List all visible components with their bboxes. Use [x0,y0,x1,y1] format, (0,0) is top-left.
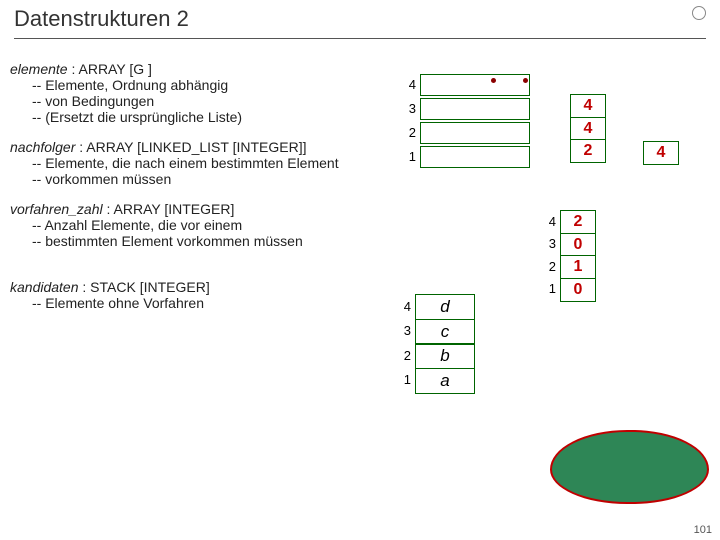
nachfolger-c2: -- vorkommen müssen [32,171,480,187]
slide-logo-icon [692,6,706,20]
slide-title: Datenstrukturen 2 [14,6,706,32]
elemente-decl: elemente : ARRAY [G ] [10,61,380,77]
dot-icon [523,78,528,83]
vorfahren-c2: -- bestimmten Element vorkommen müssen [32,233,380,249]
arr-idx: 4 [395,299,411,314]
arr-idx: 2 [400,125,416,140]
arr-idx: 3 [400,101,416,116]
letter-cell: d [415,294,475,320]
vorfahren-name: vorfahren_zahl [10,201,103,217]
arr-idx: 1 [400,149,416,164]
arr-idx: 4 [540,214,556,229]
elemente-c3: -- (Ersetzt die ursprüngliche Liste) [32,109,380,125]
elemente-diagram: 4 3 2 1 4 4 2 4 [400,72,530,168]
vorfahren-block: vorfahren_zahl : ARRAY [INTEGER] -- Anza… [10,201,380,249]
kandidaten-block: kandidaten : STACK [INTEGER] -- Elemente… [10,279,710,311]
arr-idx: 3 [395,323,411,338]
nachfolger-type: : ARRAY [LINKED_LIST [INTEGER]] [79,139,306,155]
arr-cell [420,98,530,120]
slide-content: elemente : ARRAY [G ] -- Elemente, Ordnu… [0,39,720,311]
vorfahren-decl: vorfahren_zahl : ARRAY [INTEGER] [10,201,380,217]
vorfahren-diagram: 4 d 3 c 2 b 1 a [395,294,475,392]
arr-cell [420,146,530,168]
arr-idx: 3 [540,236,556,251]
succ-cell: 4 [570,117,606,141]
succ-cell: 4 [570,94,606,118]
vorfahren-type: : ARRAY [INTEGER] [107,201,235,217]
elemente-c1: -- Elemente, Ordnung abhängig [32,77,380,93]
vorfahren-c1: -- Anzahl Elemente, die vor einem [32,217,380,233]
succ-cell: 2 [570,139,606,163]
kandidaten-c1: -- Elemente ohne Vorfahren [32,295,710,311]
stack-blob-icon [550,430,709,504]
letter-cell: b [415,343,475,369]
succ-column-2: 4 4 2 [570,94,606,162]
arr-idx: 4 [400,77,416,92]
arr-idx: 1 [540,281,556,296]
elemente-type: : ARRAY [G ] [71,61,151,77]
nachfolger-count-diagram: 4 2 3 0 2 1 1 0 [540,210,596,300]
elemente-c2: -- von Bedingungen [32,93,380,109]
succ-column-3: 4 [643,141,679,164]
kandidaten-type: : STACK [INTEGER] [82,279,209,295]
letter-cell: a [415,368,475,394]
page-number: 101 [694,524,712,536]
count-cell: 2 [560,210,596,234]
arr-cell [420,74,530,96]
title-area: Datenstrukturen 2 [0,0,720,34]
elemente-name: elemente [10,61,68,77]
letter-cell: c [415,319,475,345]
kandidaten-name: kandidaten [10,279,79,295]
kandidaten-decl: kandidaten : STACK [INTEGER] [10,279,710,295]
arr-idx: 1 [395,372,411,387]
dot-icon [491,78,496,83]
arr-idx: 2 [395,348,411,363]
arr-cell [420,122,530,144]
succ-cell: 4 [643,141,679,165]
count-cell: 1 [560,255,596,279]
arr-idx: 2 [540,259,556,274]
elemente-block: elemente : ARRAY [G ] -- Elemente, Ordnu… [10,61,380,125]
count-cell: 0 [560,278,596,302]
count-cell: 0 [560,233,596,257]
nachfolger-name: nachfolger [10,139,75,155]
